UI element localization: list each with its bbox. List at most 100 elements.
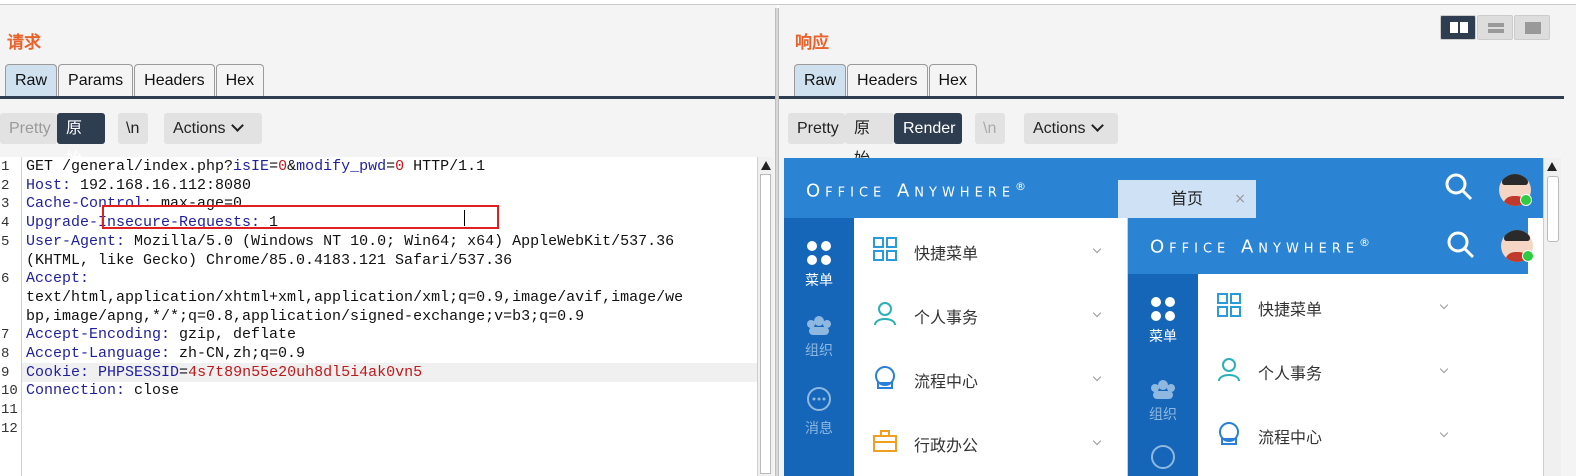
code-line: Accept:	[26, 270, 757, 289]
response-newline-toggle[interactable]: \n	[975, 113, 1005, 144]
request-scroll-thumb[interactable]	[760, 174, 771, 474]
oa-menu-item-shortcut[interactable]: 快捷菜单	[854, 218, 1116, 282]
request-scrollbar[interactable]	[757, 157, 773, 476]
person-icon	[874, 302, 896, 326]
request-actions-label: Actions	[173, 120, 226, 137]
chevron-down-icon	[1091, 119, 1105, 132]
shortcut-grid-icon	[1217, 293, 1241, 317]
nested-side-org-label: 组织	[1149, 407, 1177, 423]
line-number: 7	[1, 327, 10, 344]
oa-menu-item-workflow[interactable]: 流程中心	[854, 346, 1116, 410]
line-number: 5	[1, 233, 10, 250]
request-actions-button[interactable]: Actions	[164, 113, 262, 144]
response-tab-raw[interactable]: Raw	[794, 64, 847, 97]
scroll-up-arrow-icon[interactable]	[1547, 162, 1557, 171]
avatar-hair	[1502, 174, 1528, 185]
chevron-down-icon	[231, 119, 245, 132]
code-line: GET /general/index.php?isIE=0&modify_pwd…	[26, 158, 757, 177]
shortcut-grid-icon	[873, 237, 897, 261]
response-actions-label: Actions	[1033, 120, 1086, 137]
search-icon[interactable]	[1444, 172, 1474, 202]
oa-tab-home[interactable]: 首页 ×	[1118, 180, 1256, 218]
code-text: 192.168.16.112:8080	[71, 176, 252, 194]
layout-tabs-button[interactable]	[1514, 15, 1550, 40]
request-tab-hex[interactable]: Hex	[215, 64, 265, 97]
grid-apps-icon	[807, 241, 831, 265]
header-key: Accept-Language:	[26, 345, 171, 362]
code-text: text/html,application/xhtml+xml,applicat…	[26, 288, 684, 306]
response-title: 响应	[795, 33, 829, 53]
briefcase-icon	[873, 430, 897, 452]
response-render-toggle[interactable]: Render	[894, 113, 962, 144]
nested-menu-item-workflow[interactable]: 流程中心	[1198, 402, 1463, 466]
nested-side-org[interactable]: 组织	[1128, 378, 1198, 424]
layout-stacked-button[interactable]	[1477, 15, 1513, 40]
code-line: User-Agent: Mozilla/5.0 (Windows NT 10.0…	[26, 233, 757, 252]
code-line: Accept-Encoding: gzip, deflate	[26, 326, 757, 345]
scroll-up-arrow-icon[interactable]	[761, 161, 771, 170]
request-tab-params[interactable]: Params	[58, 64, 134, 97]
code-text: =	[269, 158, 279, 175]
line-number: 6	[1, 271, 10, 288]
online-status-dot	[1520, 194, 1532, 206]
code-text: GET /general/index.php?	[26, 158, 234, 175]
response-scrollbar[interactable]	[1543, 158, 1561, 476]
response-tabs: Raw Headers Hex	[794, 64, 978, 97]
person-icon	[1218, 358, 1240, 382]
header-key: Accept:	[26, 270, 90, 288]
chevron-down-icon	[1439, 428, 1449, 438]
request-raw-toggle[interactable]: 原始	[57, 113, 105, 168]
oa-side-org-label: 组织	[805, 343, 833, 359]
param-value: 0	[395, 158, 405, 175]
response-tab-headers[interactable]: Headers	[847, 64, 928, 97]
rows-icon-bottom	[1488, 29, 1504, 33]
chevron-down-icon	[1092, 244, 1102, 254]
request-newline-toggle[interactable]: \n	[118, 113, 148, 144]
nested-menu-item-shortcut[interactable]: 快捷菜单	[1198, 274, 1463, 338]
code-text: HTTP/1.1	[404, 158, 486, 175]
nested-side-menu[interactable]: 菜单	[1128, 296, 1198, 346]
oa-menu-item-personal[interactable]: 个人事务	[854, 282, 1116, 346]
request-pretty-toggle[interactable]: Pretty	[0, 113, 57, 144]
oa-menu-label: 流程中心	[914, 372, 979, 391]
layout-side-by-side-button[interactable]	[1440, 15, 1476, 40]
oa-tab-home-label: 首页	[1170, 189, 1203, 208]
response-scroll-thumb[interactable]	[1547, 176, 1559, 242]
header-key: Host:	[26, 176, 72, 194]
param-value: 4s7t89n55e20uh8dl5i4ak0vn5	[188, 363, 423, 381]
oa-side-menu[interactable]: 菜单	[784, 240, 854, 290]
response-pretty-toggle[interactable]: Pretty	[788, 113, 845, 144]
chevron-down-icon	[1092, 308, 1102, 318]
header-key: modify_pwd	[296, 158, 387, 175]
online-status-dot	[1522, 250, 1534, 262]
code-text: bp,image/apng,*/*;q=0.8,application/sign…	[26, 307, 585, 325]
oa-side-msg[interactable]: 消息	[784, 386, 854, 438]
oa-menu-label: 个人事务	[914, 308, 979, 327]
request-tab-headers[interactable]: Headers	[134, 64, 215, 97]
request-tab-raw[interactable]: Raw	[5, 64, 58, 97]
search-icon[interactable]	[1446, 230, 1476, 260]
response-actions-button[interactable]: Actions	[1024, 113, 1118, 144]
oa-menu-item-admin[interactable]: 行政办公	[854, 410, 1116, 474]
response-tab-hex[interactable]: Hex	[928, 64, 977, 97]
nested-side-msg[interactable]	[1128, 444, 1198, 476]
nested-menu-label: 流程中心	[1258, 428, 1323, 447]
code-line: Accept-Language: zh-CN,zh;q=0.9	[26, 345, 757, 364]
oa-menu-label: 快捷菜单	[914, 244, 979, 263]
nested-menu-item-personal[interactable]: 个人事务	[1198, 338, 1463, 402]
line-number: 8	[1, 346, 10, 362]
header-key: User-Agent:	[26, 232, 126, 250]
oa-side-org[interactable]: 组织	[784, 314, 854, 360]
code-text: =	[386, 158, 396, 175]
code-line: text/html,application/xhtml+xml,applicat…	[26, 289, 757, 308]
response-raw-toggle[interactable]: 原始	[845, 113, 894, 168]
registered-mark-icon: ®	[1015, 180, 1032, 193]
chat-bubble-icon	[1151, 445, 1175, 469]
layout-toggle-group	[1440, 15, 1551, 40]
oa-logo: Office Anywhere®	[806, 180, 1031, 201]
nested-oa-frame: Office Anywhere® 菜单 组织 快捷菜单 个人事务 流程中心	[1127, 218, 1528, 476]
chevron-down-icon	[1439, 364, 1449, 374]
registered-mark-icon: ®	[1359, 236, 1376, 249]
close-icon[interactable]: ×	[1234, 180, 1246, 218]
